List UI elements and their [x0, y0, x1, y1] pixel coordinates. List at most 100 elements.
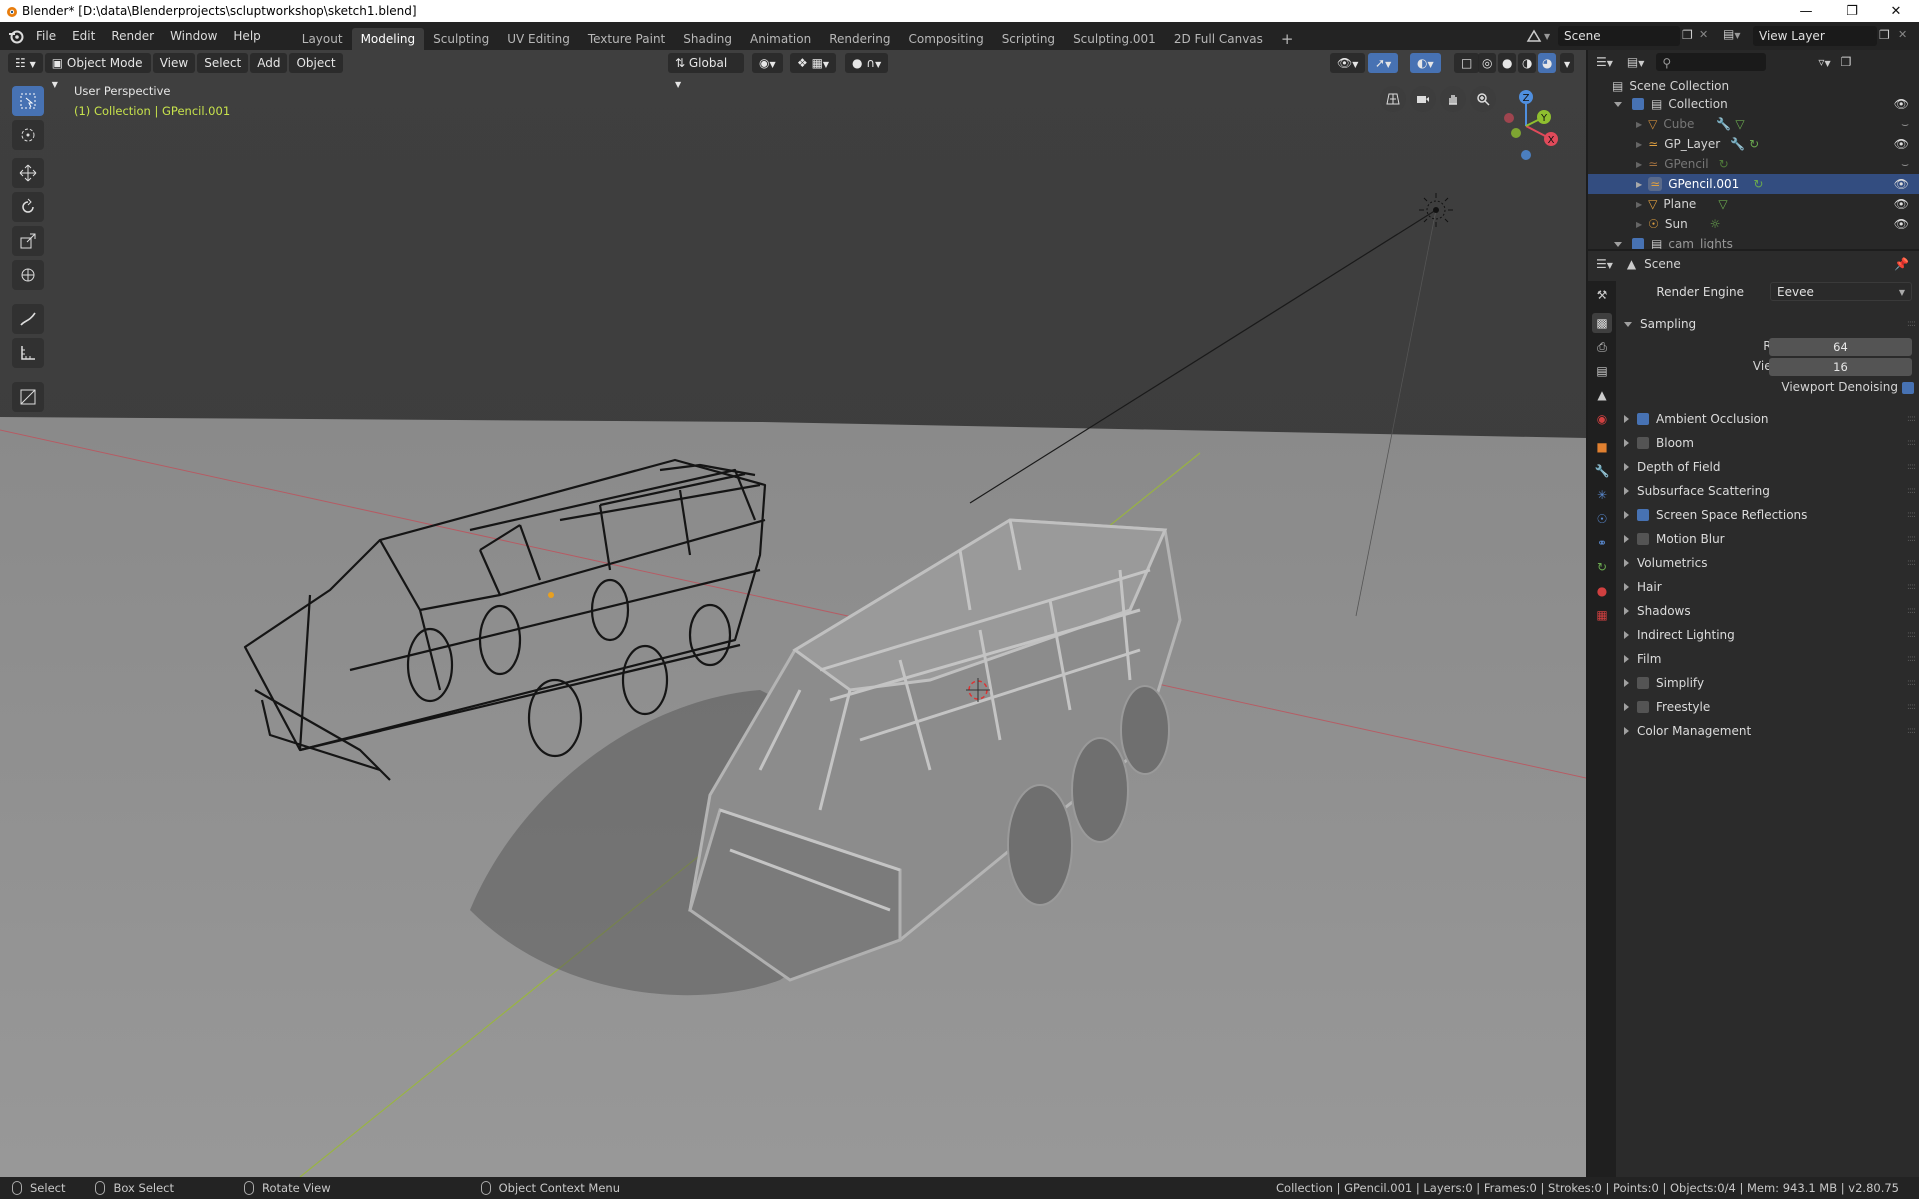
hidden-eye-icon[interactable]: ⌣: [1901, 157, 1909, 172]
tab-scripting[interactable]: Scripting: [993, 28, 1064, 50]
object-data-tab-icon[interactable]: ↻: [1592, 557, 1612, 577]
tab-rendering[interactable]: Rendering: [820, 28, 899, 50]
measure-tool[interactable]: [12, 338, 44, 368]
cursor-tool[interactable]: [12, 120, 44, 150]
panel-ambient-occlusion[interactable]: Ambient Occlusion::::: [1616, 408, 1919, 430]
outliner-row-gpencil-001[interactable]: ▶ ≃ GPencil.001 ↻ 👁: [1588, 174, 1919, 194]
outliner-row-cam-lights[interactable]: ▤ cam_lights: [1588, 234, 1919, 249]
visibility-eye-icon[interactable]: 👁: [1894, 97, 1909, 111]
scale-tool[interactable]: [12, 226, 44, 256]
panel-grip-icon[interactable]: ::::: [1907, 510, 1916, 520]
maximize-button[interactable]: ❐: [1829, 0, 1875, 22]
tab-2d-full-canvas[interactable]: 2D Full Canvas: [1165, 28, 1272, 50]
panel-grip-icon[interactable]: ::::: [1907, 414, 1916, 424]
tab-modeling[interactable]: Modeling: [351, 28, 425, 50]
new-view-layer-icon[interactable]: ❐: [1879, 28, 1890, 42]
particles-tab-icon[interactable]: ✳: [1592, 485, 1612, 505]
sun-lamp-icon[interactable]: [1419, 193, 1453, 227]
panel-color-management[interactable]: Color Management::::: [1616, 720, 1919, 742]
pivot-point-icon[interactable]: ◉▼: [752, 53, 783, 73]
display-mode-icon[interactable]: ▤▼: [1627, 55, 1645, 69]
panel-subsurface-scattering[interactable]: Subsurface Scattering::::: [1616, 480, 1919, 502]
output-tab-icon[interactable]: ⎙: [1592, 337, 1612, 357]
panel-checkbox[interactable]: [1637, 533, 1649, 545]
pan-view-icon[interactable]: [1440, 86, 1466, 112]
expand-toggle-icon[interactable]: [1614, 241, 1622, 247]
tab-sculpting-001[interactable]: Sculpting.001: [1064, 28, 1165, 50]
sampling-panel-header[interactable]: Sampling ::::: [1616, 313, 1919, 335]
outliner-row-collection[interactable]: ▤ Collection 👁: [1588, 94, 1919, 114]
toggle-perspective-icon[interactable]: [1380, 86, 1406, 112]
world-tab-icon[interactable]: ◉: [1592, 409, 1612, 429]
menu-window[interactable]: Window: [162, 22, 225, 50]
transform-orientation-dropdown[interactable]: ⇅ Global ▼: [668, 53, 744, 89]
panel-shadows[interactable]: Shadows::::: [1616, 600, 1919, 622]
panel-grip-icon[interactable]: ::::: [1907, 558, 1916, 568]
camera-view-icon[interactable]: [1410, 86, 1436, 112]
panel-motion-blur[interactable]: Motion Blur::::: [1616, 528, 1919, 550]
visibility-icon[interactable]: 👁▼: [1330, 53, 1366, 73]
transform-tool[interactable]: [12, 260, 44, 290]
outliner-row-plane[interactable]: ▶ ▽ Plane ▽ 👁: [1588, 194, 1919, 214]
scene-tab-icon[interactable]: ▲: [1592, 385, 1612, 405]
gizmo-toggle-icon[interactable]: ➚▼: [1368, 53, 1399, 73]
delete-view-layer-icon[interactable]: ✕: [1898, 28, 1907, 41]
panel-indirect-lighting[interactable]: Indirect Lighting::::: [1616, 624, 1919, 646]
shading-options-icon[interactable]: ▼: [1560, 53, 1575, 73]
render-engine-dropdown[interactable]: Eevee ▼: [1770, 282, 1912, 301]
navigation-gizmo[interactable]: Z Y X: [1496, 86, 1560, 166]
expand-toggle-icon[interactable]: [1614, 101, 1622, 107]
expand-arrow-icon[interactable]: ▶: [1636, 120, 1642, 129]
render-samples-field[interactable]: 64: [1769, 338, 1912, 356]
panel-simplify[interactable]: Simplify::::: [1616, 672, 1919, 694]
visibility-eye-icon[interactable]: 👁: [1894, 217, 1909, 231]
delete-scene-icon[interactable]: ✕: [1699, 28, 1708, 41]
collection-checkbox[interactable]: [1632, 238, 1644, 249]
new-scene-icon[interactable]: ❐: [1682, 28, 1693, 42]
outliner-row-gpencil[interactable]: ▶ ≃ GPencil ↻ ⌣: [1588, 154, 1919, 174]
visibility-eye-icon[interactable]: 👁: [1894, 197, 1909, 211]
outliner-search-input[interactable]: ⚲: [1656, 53, 1767, 71]
physics-tab-icon[interactable]: ☉: [1592, 509, 1612, 529]
view-layer-selector-icon[interactable]: ▤▼: [1723, 27, 1741, 41]
panel-volumetrics[interactable]: Volumetrics::::: [1616, 552, 1919, 574]
menu-select[interactable]: Select: [197, 53, 249, 73]
mode-dropdown[interactable]: ▣ Object Mode ▼: [44, 53, 151, 89]
menu-add[interactable]: Add: [250, 53, 288, 73]
panel-grip-icon[interactable]: ::::: [1907, 534, 1916, 544]
outliner-row-scene-collection[interactable]: ▤ Scene Collection: [1588, 76, 1919, 96]
panel-depth-of-field[interactable]: Depth of Field::::: [1616, 456, 1919, 478]
tab-shading[interactable]: Shading: [674, 28, 741, 50]
rotate-tool[interactable]: [12, 192, 44, 222]
panel-grip-icon[interactable]: ::::: [1907, 702, 1916, 712]
panel-hair[interactable]: Hair::::: [1616, 576, 1919, 598]
close-button[interactable]: ✕: [1873, 0, 1919, 22]
add-workspace-button[interactable]: +: [1272, 28, 1303, 50]
panel-checkbox[interactable]: [1637, 701, 1649, 713]
shading-solid-icon[interactable]: ●: [1498, 53, 1517, 73]
menu-edit[interactable]: Edit: [64, 22, 103, 50]
hidden-eye-icon[interactable]: ⌣: [1901, 117, 1909, 132]
panel-grip-icon[interactable]: ::::: [1907, 606, 1916, 616]
menu-file[interactable]: File: [28, 22, 64, 50]
panel-grip-icon[interactable]: ::::: [1907, 582, 1916, 592]
tab-texture-paint[interactable]: Texture Paint: [579, 28, 674, 50]
properties-editor-type-icon[interactable]: ☰▼: [1596, 257, 1613, 271]
minimize-button[interactable]: —: [1783, 0, 1829, 22]
tool-tab-icon[interactable]: ⚒: [1592, 285, 1612, 305]
menu-render[interactable]: Render: [103, 22, 162, 50]
panel-grip-icon[interactable]: ::::: [1907, 654, 1916, 664]
constraints-tab-icon[interactable]: ⚭: [1592, 533, 1612, 553]
view-layer-tab-icon[interactable]: ▤: [1592, 361, 1612, 381]
move-tool[interactable]: [12, 158, 44, 188]
tab-uv-editing[interactable]: UV Editing: [498, 28, 579, 50]
panel-bloom[interactable]: Bloom::::: [1616, 432, 1919, 454]
annotate-tool[interactable]: [12, 304, 44, 334]
panel-checkbox[interactable]: [1637, 677, 1649, 689]
overlays-toggle-icon[interactable]: ◐▼: [1410, 53, 1441, 73]
panel-grip-icon[interactable]: ::::: [1907, 678, 1916, 688]
expand-arrow-icon[interactable]: ▶: [1636, 140, 1642, 149]
pin-icon[interactable]: 📌: [1894, 257, 1909, 271]
tab-sculpting[interactable]: Sculpting: [424, 28, 498, 50]
3d-viewport[interactable]: ☷ ▼ ▣ Object Mode ▼ View Select Add Obje…: [0, 50, 1586, 1177]
